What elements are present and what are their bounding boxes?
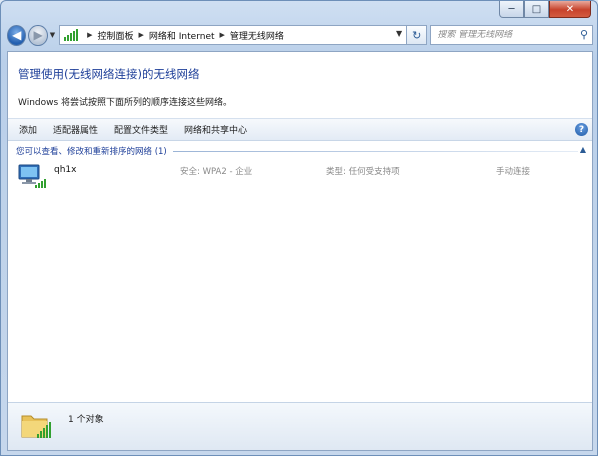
window: ─ □ ✕ ◀ ▶ ▼ ▶ 控制面板 ▶ 网络和 Internet ▶ 管理无线… [0, 0, 598, 456]
page-description: Windows 将尝试按照下面所列的顺序连接这些网络。 [18, 98, 233, 108]
network-sharing-center-button[interactable]: 网络和共享中心 [176, 120, 255, 139]
breadcrumb-item-manage-wireless[interactable]: 管理无线网络 [230, 29, 284, 42]
maximize-button[interactable]: □ [524, 1, 549, 18]
breadcrumb: ▶ 控制面板 ▶ 网络和 Internet ▶ 管理无线网络 [82, 29, 284, 42]
network-security: 安全: WPA2 - 企业 [180, 167, 253, 177]
forward-button[interactable]: ▶ [28, 24, 48, 46]
recent-pages-dropdown[interactable]: ▼ [50, 31, 57, 39]
close-button[interactable]: ✕ [549, 1, 591, 18]
item-count: 1 个对象 [68, 415, 104, 425]
wireless-network-icon [18, 164, 46, 188]
minimize-button[interactable]: ─ [499, 1, 524, 18]
network-list: 您可以查看、修改和重新排序的网络 (1) ▲ qh1x 安全: WPA2 - 企… [8, 142, 592, 404]
network-type: 类型: 任何受支持项 [326, 167, 400, 177]
breadcrumb-item-network-internet[interactable]: 网络和 Internet [149, 29, 215, 42]
group-divider [172, 150, 578, 152]
search-icon[interactable]: ⚲ [580, 28, 588, 41]
content-area: 管理使用(无线网络连接)的无线网络 Windows 将尝试按照下面所列的顺序连接… [7, 51, 593, 451]
profile-types-button[interactable]: 配置文件类型 [106, 120, 176, 139]
caption-buttons: ─ □ ✕ [499, 1, 591, 18]
chevron-right-icon[interactable]: ▶ [220, 31, 225, 39]
help-icon[interactable]: ? [575, 123, 588, 136]
address-dropdown-icon[interactable]: ▼ [396, 29, 402, 38]
breadcrumb-item-control-panel[interactable]: 控制面板 [98, 29, 134, 42]
refresh-button[interactable]: ↻ [407, 25, 428, 45]
page-header: 管理使用(无线网络连接)的无线网络 Windows 将尝试按照下面所列的顺序连接… [8, 52, 592, 117]
chevron-right-icon[interactable]: ▶ [139, 31, 144, 39]
search-input[interactable] [437, 30, 588, 40]
group-title: 您可以查看、修改和重新排序的网络 (1) [16, 147, 167, 157]
group-header[interactable]: 您可以查看、修改和重新排序的网络 (1) ▲ [8, 142, 592, 160]
back-arrow-icon: ◀ [12, 28, 22, 42]
forward-arrow-icon: ▶ [33, 28, 43, 42]
network-signal-icon [64, 29, 79, 41]
wireless-folder-icon [21, 415, 51, 438]
navigation-bar: ◀ ▶ ▼ ▶ 控制面板 ▶ 网络和 Internet ▶ 管理无线网络 ▼ ↻ [7, 23, 593, 47]
refresh-icon: ↻ [412, 28, 422, 42]
network-name: qh1x [54, 165, 77, 175]
add-button[interactable]: 添加 [11, 120, 45, 139]
collapse-chevron-icon[interactable]: ▲ [580, 145, 586, 154]
chevron-right-icon: ▶ [87, 31, 93, 39]
status-bar: 1 个对象 [8, 402, 592, 450]
command-bar: 添加 适配器属性 配置文件类型 网络和共享中心 ? [8, 118, 592, 141]
page-title: 管理使用(无线网络连接)的无线网络 [18, 67, 200, 81]
back-button[interactable]: ◀ [7, 24, 27, 46]
adapter-properties-button[interactable]: 适配器属性 [45, 120, 106, 139]
list-item[interactable]: qh1x 安全: WPA2 - 企业 类型: 任何受支持项 手动连接 [8, 160, 592, 188]
address-bar[interactable]: ▶ 控制面板 ▶ 网络和 Internet ▶ 管理无线网络 ▼ [59, 25, 408, 45]
network-connect-mode: 手动连接 [496, 167, 531, 177]
search-box[interactable]: ⚲ [430, 25, 593, 45]
